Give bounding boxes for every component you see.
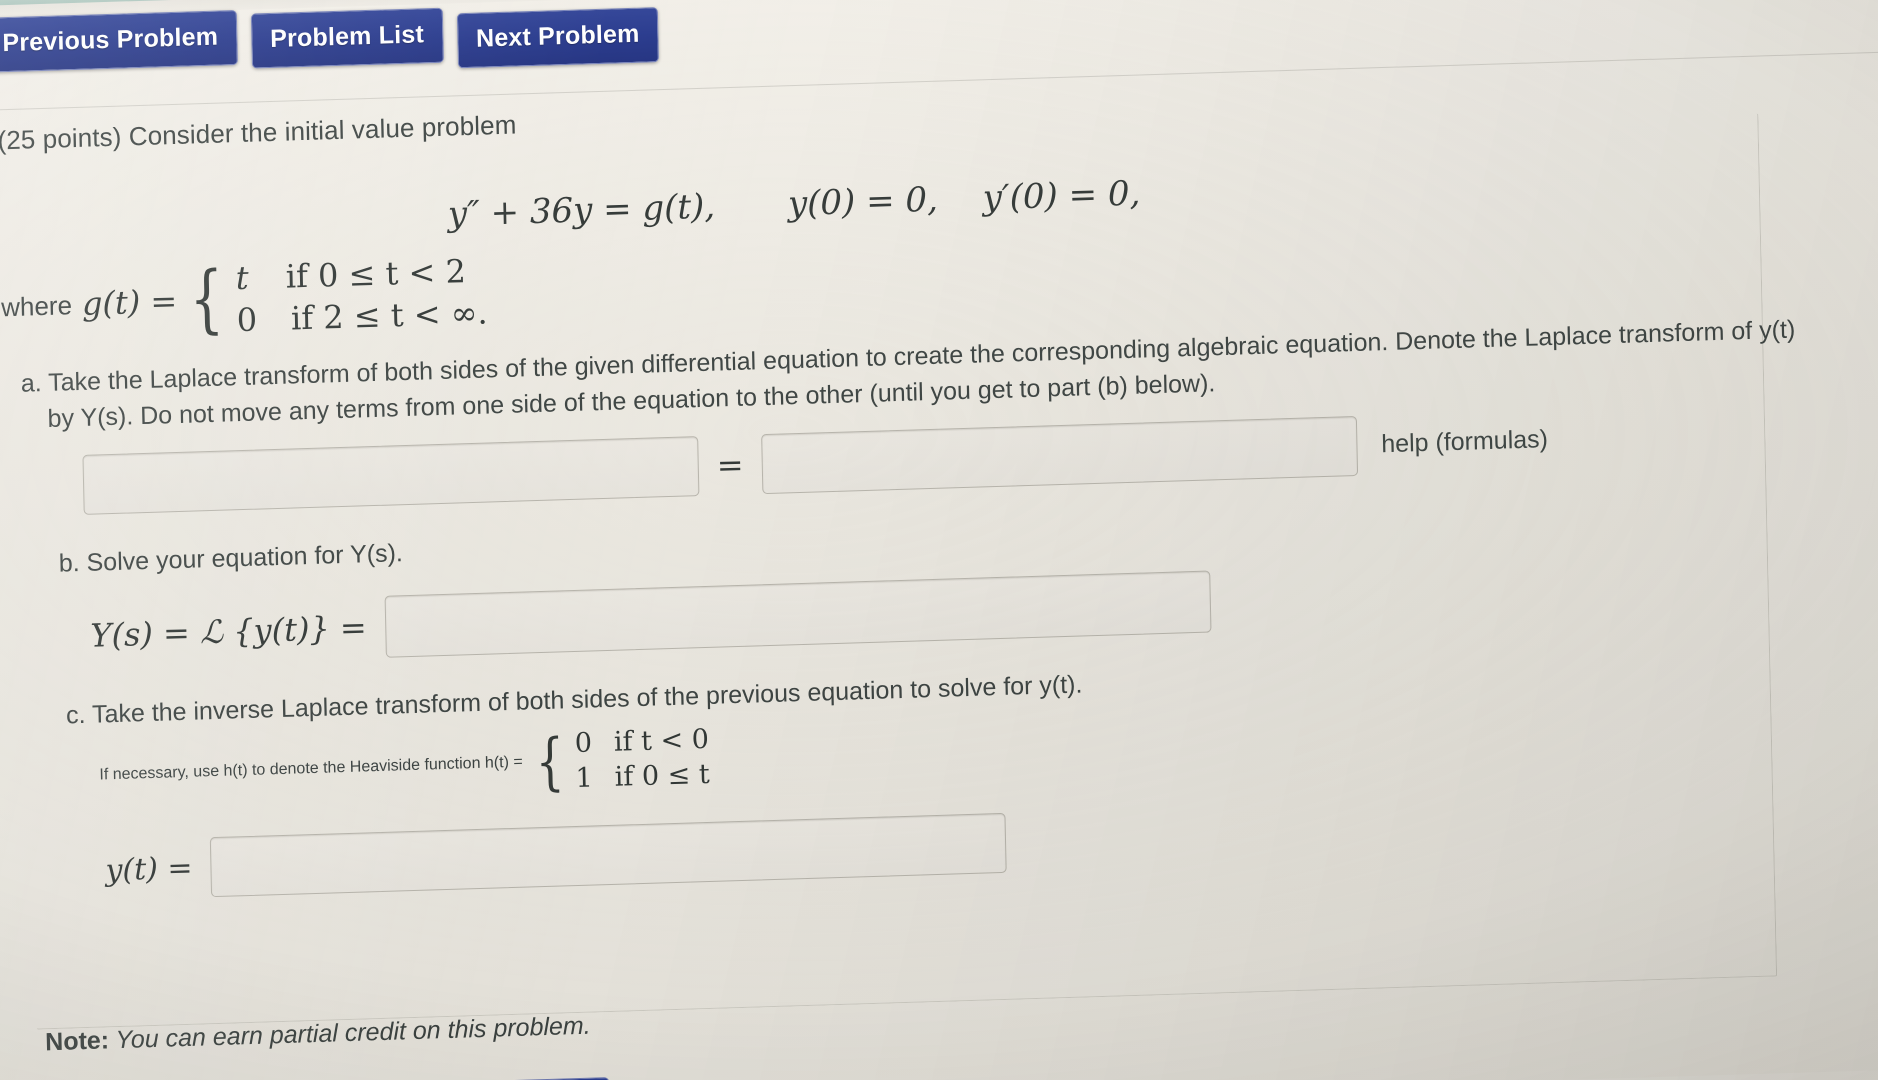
g-piecewise: g(t) = { t if 0 ≤ t < 2 0 if 2 ≤ t < ∞. (81, 251, 488, 343)
points-line: (25 points) Consider the initial value p… (0, 109, 517, 156)
problem-body: (25 points) Consider the initial value p… (0, 70, 1833, 903)
partial-credit-note: Note: You can earn partial credit on thi… (45, 1012, 591, 1058)
part-a-right-input[interactable] (760, 415, 1358, 494)
part-b-text: Solve your equation for Y(s). (86, 538, 404, 577)
heaviside-case-1-value: 0 (574, 727, 593, 760)
where-label: where (0, 290, 73, 323)
heaviside-case-row-1: 0 if t < 0 (574, 724, 709, 759)
part-c-label: c. (65, 700, 86, 730)
g-case-2-condition: if 2 ≤ t < ∞. (290, 293, 489, 338)
part-b-lhs-label: Y(s) = ℒ {y(t)} = (89, 608, 368, 655)
ode-left-hand-side: y″ + 36y (447, 190, 593, 235)
photo-of-screen: &effectiveUser=20190701084 Previous Prob… (0, 0, 1878, 1080)
heaviside-cases: 0 if t < 0 1 if 0 ≤ t (574, 724, 710, 794)
heaviside-case-2-value: 1 (575, 762, 594, 795)
initial-condition-yprime0: y′(0) = 0, (982, 173, 1141, 219)
g-case-row-1: t if 0 ≤ t < 2 (235, 251, 487, 297)
heaviside-case-1-condition: if t < 0 (613, 723, 710, 758)
part-b-label: b. (58, 548, 80, 578)
heaviside-piecewise: { 0 if t < 0 1 if 0 ≤ t (530, 724, 710, 799)
part-a-help-formulas-link[interactable]: help (formulas) (1375, 425, 1548, 459)
previous-problem-button[interactable]: Previous Problem (0, 9, 238, 73)
g-case-1-condition: if 0 ≤ t < 2 (285, 252, 467, 296)
ode-right-hand-side: g(t), (641, 186, 716, 229)
part-a-equals-sign: = (716, 445, 744, 485)
g-case-1-value: t (235, 258, 250, 298)
heaviside-left-brace-icon: { (535, 724, 566, 799)
note-text: You can earn partial credit on this prob… (115, 1011, 591, 1055)
part-c-answer-row: y(t) = (13, 788, 1833, 904)
webwork-page: Previous Problem Problem List Next Probl… (0, 0, 1878, 1080)
part-c-input[interactable] (209, 812, 1007, 898)
perspective-wrapper: &effectiveUser=20190701084 Previous Prob… (0, 0, 1878, 1080)
problem-list-button[interactable]: Problem List (250, 7, 444, 69)
part-c-lhs-label: y(t) = (105, 850, 193, 888)
left-brace-icon: { (188, 255, 225, 343)
next-problem-button[interactable]: Next Problem (456, 7, 660, 69)
g-case-2-value: 0 (236, 300, 258, 340)
part-b-input[interactable] (384, 570, 1212, 658)
initial-condition-y0: y(0) = 0, (787, 179, 939, 225)
heaviside-case-2-condition: if 0 ≤ t (614, 758, 711, 793)
part-a-left-input[interactable] (82, 435, 700, 515)
g-case-row-2: 0 if 2 ≤ t < ∞. (236, 293, 488, 339)
part-a-label: a. (20, 369, 43, 398)
heaviside-case-row-2: 1 if 0 ≤ t (575, 759, 710, 794)
heaviside-intro-text: If necessary, use h(t) to denote the Hea… (99, 753, 523, 784)
g-cases: t if 0 ≤ t < 2 0 if 2 ≤ t < ∞. (235, 251, 488, 339)
g-name-label: g(t) = (81, 281, 178, 323)
note-prefix: Note: (44, 1026, 110, 1057)
